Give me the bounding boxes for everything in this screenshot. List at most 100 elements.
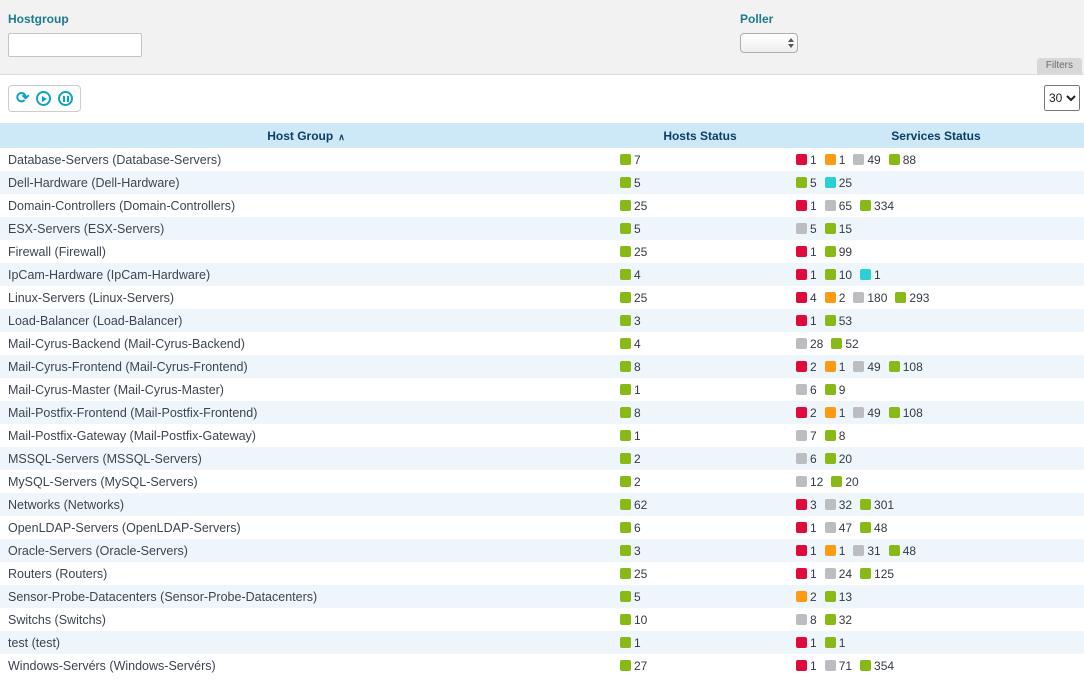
status-badge-unknown[interactable]: 47: [825, 521, 852, 535]
hostgroup-name[interactable]: OpenLDAP-Servers (OpenLDAP-Servers): [8, 521, 241, 535]
hostgroup-name[interactable]: ESX-Servers (ESX-Servers): [8, 222, 164, 236]
status-badge-ok[interactable]: 301: [860, 498, 894, 512]
status-badge-ok[interactable]: 5: [796, 176, 817, 190]
status-badge-ok[interactable]: 2: [620, 475, 641, 489]
status-badge-critical[interactable]: 1: [796, 314, 817, 328]
hostgroup-name[interactable]: Sensor-Probe-Datacenters (Sensor-Probe-D…: [8, 590, 317, 604]
filters-tab[interactable]: Filters: [1037, 58, 1082, 74]
status-badge-ok[interactable]: 99: [825, 245, 852, 259]
status-badge-warning[interactable]: 2: [825, 291, 846, 305]
hostgroup-name[interactable]: Mail-Cyrus-Backend (Mail-Cyrus-Backend): [8, 337, 245, 351]
status-badge-unknown[interactable]: 49: [853, 153, 880, 167]
status-badge-ok[interactable]: 8: [620, 406, 641, 420]
status-badge-unknown[interactable]: 28: [796, 337, 823, 351]
status-badge-unknown[interactable]: 5: [796, 222, 817, 236]
status-badge-ok[interactable]: 8: [825, 429, 846, 443]
status-badge-ok[interactable]: 25: [620, 245, 647, 259]
status-badge-ok[interactable]: 88: [889, 153, 916, 167]
status-badge-unknown[interactable]: 8: [796, 613, 817, 627]
play-button[interactable]: [36, 91, 51, 106]
status-badge-ok[interactable]: 1: [620, 636, 641, 650]
status-badge-ok[interactable]: 10: [620, 613, 647, 627]
column-header-services-status[interactable]: Services Status: [788, 123, 1084, 148]
status-badge-warning[interactable]: 1: [825, 406, 846, 420]
status-badge-critical[interactable]: 4: [796, 291, 817, 305]
status-badge-ok[interactable]: 48: [860, 521, 887, 535]
status-badge-ok[interactable]: 108: [889, 406, 923, 420]
status-badge-unknown[interactable]: 49: [853, 406, 880, 420]
status-badge-ok[interactable]: 53: [825, 314, 852, 328]
status-badge-critical[interactable]: 3: [796, 498, 817, 512]
status-badge-ok[interactable]: 5: [620, 176, 641, 190]
status-badge-ok[interactable]: 20: [831, 475, 858, 489]
status-badge-pending[interactable]: 1: [860, 268, 881, 282]
status-badge-ok[interactable]: 20: [825, 452, 852, 466]
status-badge-critical[interactable]: 1: [796, 636, 817, 650]
status-badge-unknown[interactable]: 24: [825, 567, 852, 581]
status-badge-unknown[interactable]: 49: [853, 360, 880, 374]
status-badge-critical[interactable]: 1: [796, 268, 817, 282]
status-badge-critical[interactable]: 1: [796, 153, 817, 167]
status-badge-ok[interactable]: 125: [860, 567, 894, 581]
status-badge-ok[interactable]: 3: [620, 544, 641, 558]
hostgroup-name[interactable]: Mail-Cyrus-Master (Mail-Cyrus-Master): [8, 383, 224, 397]
hostgroup-name[interactable]: Domain-Controllers (Domain-Controllers): [8, 199, 235, 213]
status-badge-ok[interactable]: 1: [620, 383, 641, 397]
status-badge-unknown[interactable]: 180: [853, 291, 887, 305]
status-badge-ok[interactable]: 25: [620, 199, 647, 213]
hostgroup-name[interactable]: Switchs (Switchs): [8, 613, 106, 627]
status-badge-ok[interactable]: 13: [825, 590, 852, 604]
status-badge-critical[interactable]: 1: [796, 199, 817, 213]
status-badge-pending[interactable]: 25: [825, 176, 852, 190]
hostgroup-name[interactable]: Linux-Servers (Linux-Servers): [8, 291, 174, 305]
hostgroup-input[interactable]: [8, 33, 142, 57]
status-badge-critical[interactable]: 1: [796, 245, 817, 259]
status-badge-ok[interactable]: 62: [620, 498, 647, 512]
status-badge-unknown[interactable]: 12: [796, 475, 823, 489]
status-badge-warning[interactable]: 1: [825, 153, 846, 167]
status-badge-ok[interactable]: 334: [860, 199, 894, 213]
status-badge-ok[interactable]: 7: [620, 153, 641, 167]
status-badge-critical[interactable]: 1: [796, 567, 817, 581]
status-badge-unknown[interactable]: 7: [796, 429, 817, 443]
status-badge-ok[interactable]: 10: [825, 268, 852, 282]
hostgroup-name[interactable]: Oracle-Servers (Oracle-Servers): [8, 544, 188, 558]
status-badge-warning[interactable]: 1: [825, 360, 846, 374]
hostgroup-name[interactable]: Mail-Postfix-Frontend (Mail-Postfix-Fron…: [8, 406, 257, 420]
status-badge-warning[interactable]: 1: [825, 544, 846, 558]
status-badge-ok[interactable]: 1: [825, 636, 846, 650]
hostgroup-name[interactable]: Mail-Cyrus-Frontend (Mail-Cyrus-Frontend…: [8, 360, 248, 374]
status-badge-critical[interactable]: 1: [796, 521, 817, 535]
hostgroup-name[interactable]: Firewall (Firewall): [8, 245, 106, 259]
status-badge-ok[interactable]: 1: [620, 429, 641, 443]
status-badge-ok[interactable]: 2: [620, 452, 641, 466]
hostgroup-name[interactable]: IpCam-Hardware (IpCam-Hardware): [8, 268, 210, 282]
hostgroup-name[interactable]: Networks (Networks): [8, 498, 124, 512]
status-badge-unknown[interactable]: 71: [825, 659, 852, 673]
poller-select[interactable]: [740, 33, 798, 53]
page-size-select[interactable]: 30: [1044, 85, 1080, 111]
status-badge-ok[interactable]: 108: [889, 360, 923, 374]
column-header-hosts-status[interactable]: Hosts Status: [612, 123, 788, 148]
status-badge-ok[interactable]: 52: [831, 337, 858, 351]
status-badge-ok[interactable]: 9: [825, 383, 846, 397]
status-badge-ok[interactable]: 3: [620, 314, 641, 328]
status-badge-ok[interactable]: 48: [889, 544, 916, 558]
status-badge-ok[interactable]: 6: [620, 521, 641, 535]
status-badge-critical[interactable]: 1: [796, 659, 817, 673]
status-badge-ok[interactable]: 4: [620, 268, 641, 282]
hostgroup-name[interactable]: MySQL-Servers (MySQL-Servers): [8, 475, 198, 489]
status-badge-ok[interactable]: 4: [620, 337, 641, 351]
status-badge-ok[interactable]: 27: [620, 659, 647, 673]
status-badge-unknown[interactable]: 6: [796, 452, 817, 466]
hostgroup-name[interactable]: MSSQL-Servers (MSSQL-Servers): [8, 452, 202, 466]
status-badge-ok[interactable]: 5: [620, 590, 641, 604]
hostgroup-name[interactable]: Routers (Routers): [8, 567, 107, 581]
status-badge-ok[interactable]: 32: [825, 613, 852, 627]
status-badge-ok[interactable]: 8: [620, 360, 641, 374]
status-badge-critical[interactable]: 1: [796, 544, 817, 558]
pause-button[interactable]: [58, 91, 73, 106]
hostgroup-name[interactable]: Database-Servers (Database-Servers): [8, 153, 221, 167]
refresh-button[interactable]: ⟳: [16, 91, 29, 107]
hostgroup-name[interactable]: Windows-Servérs (Windows-Servérs): [8, 659, 216, 673]
